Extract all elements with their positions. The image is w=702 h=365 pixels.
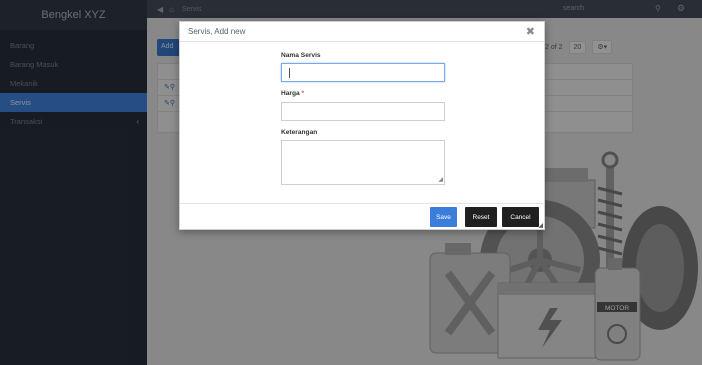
- text-caret: [289, 68, 290, 78]
- required-mark: *: [301, 90, 305, 97]
- reset-button[interactable]: Reset: [465, 207, 497, 227]
- keterangan-textarea[interactable]: ◢: [281, 140, 445, 185]
- dialog-footer-divider: [180, 203, 544, 204]
- harga-label: Harga *: [281, 90, 305, 97]
- dialog-title: Servis, Add new: [180, 22, 544, 42]
- nama-servis-label: Nama Servis: [281, 52, 321, 59]
- close-icon[interactable]: ✖: [526, 25, 535, 38]
- keterangan-label: Keterangan: [281, 129, 318, 136]
- add-servis-dialog: Servis, Add new ✖ Nama Servis Harga * Ke…: [179, 21, 545, 230]
- save-button[interactable]: Save: [430, 207, 457, 227]
- textarea-resize-icon[interactable]: ◢: [438, 177, 443, 183]
- cancel-button[interactable]: Cancel: [502, 207, 539, 227]
- dialog-resize-icon[interactable]: ◢: [538, 222, 543, 229]
- harga-field[interactable]: [281, 102, 445, 121]
- nama-servis-field[interactable]: [281, 63, 445, 82]
